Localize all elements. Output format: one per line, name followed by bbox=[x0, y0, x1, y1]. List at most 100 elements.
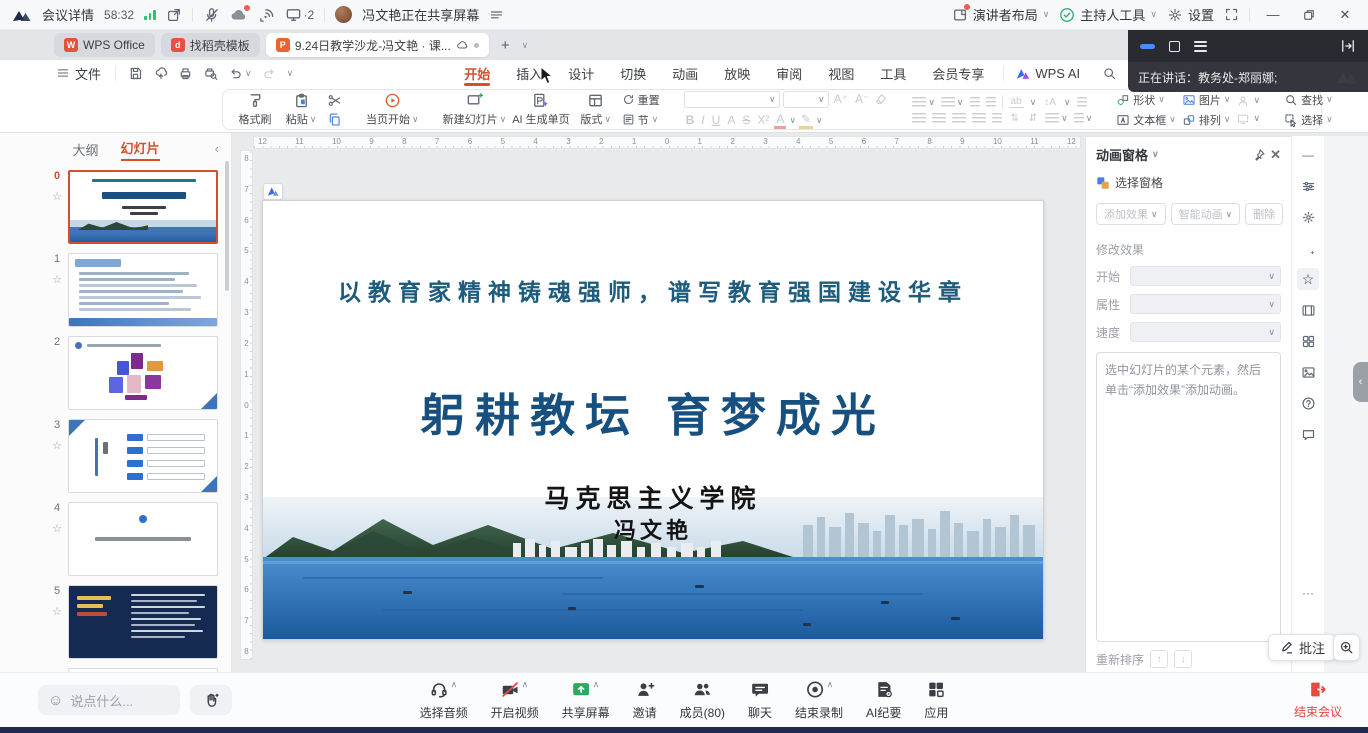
slide-thumbnail-1[interactable] bbox=[68, 253, 218, 327]
slide-canvas[interactable]: 以教育家精神铸魂强师，谱写教育强国建设华章 躬耕教坛 育梦成光 马克思主义学院 … bbox=[253, 149, 1081, 672]
play-from-current-button[interactable]: 当页开始∨ bbox=[366, 92, 419, 127]
share-screen-button[interactable]: ∨ 共享屏幕 bbox=[562, 680, 610, 721]
format-painter-button[interactable]: 格式刷 bbox=[235, 92, 275, 127]
menu-review[interactable]: 审阅 bbox=[763, 60, 815, 86]
undo-button[interactable]: ∨ bbox=[228, 66, 252, 81]
audio-options-caret-icon[interactable]: ∨ bbox=[451, 680, 458, 689]
magnify-button[interactable] bbox=[1333, 634, 1360, 661]
export-icon[interactable] bbox=[153, 66, 168, 81]
members-button[interactable]: 成员(80) bbox=[680, 680, 725, 721]
share-options-caret-icon[interactable]: ∨ bbox=[593, 680, 600, 689]
menu-view[interactable]: 视图 bbox=[815, 60, 867, 86]
slide-layout-button[interactable]: 版式∨ bbox=[576, 92, 616, 127]
new-slide-button[interactable]: 新建幻灯片∨ bbox=[443, 92, 507, 127]
find-button[interactable]: 查找∨ bbox=[1284, 92, 1333, 108]
rail-more-icon[interactable]: ··· bbox=[1297, 582, 1319, 604]
audio-button[interactable]: ∨ 选择音频 bbox=[420, 680, 468, 721]
horizontal-ruler[interactable]: 1211109876543210123456789101112 bbox=[253, 136, 1081, 149]
broadcast-icon[interactable] bbox=[258, 6, 275, 23]
tab-docer-templates[interactable]: d 找稻壳模板 bbox=[161, 33, 260, 57]
tab-slides[interactable]: 幻灯片 bbox=[121, 138, 160, 161]
chat-button[interactable]: 聊天 bbox=[748, 680, 772, 721]
raise-hand-button[interactable] bbox=[190, 685, 232, 715]
ai-notes-button[interactable]: AI纪要 bbox=[866, 680, 901, 721]
pin-icon[interactable] bbox=[1252, 148, 1266, 162]
sidebar-collapse-handle[interactable]: ‹ bbox=[1353, 362, 1368, 402]
rail-resource-icon[interactable] bbox=[1297, 361, 1319, 383]
panel-collapse-icon[interactable]: ‹ bbox=[215, 141, 219, 156]
minimize-button[interactable]: — bbox=[1260, 4, 1286, 26]
overlay-window-icon[interactable] bbox=[1169, 41, 1180, 52]
host-tools-button[interactable]: 主持人工具∨ bbox=[1059, 5, 1157, 24]
menu-home[interactable]: 开始 bbox=[451, 60, 503, 86]
section-button[interactable]: 节∨ bbox=[622, 112, 660, 128]
end-meeting-button[interactable]: 结束会议 bbox=[1294, 680, 1342, 720]
select-button[interactable]: 选择∨ bbox=[1284, 112, 1333, 128]
shape-button[interactable]: 形状∨ bbox=[1116, 92, 1176, 108]
close-button[interactable]: ✕ bbox=[1332, 4, 1358, 26]
arrange-button[interactable]: 排列∨ bbox=[1182, 112, 1231, 128]
pane-switch-chevron-icon[interactable]: ∨ bbox=[1152, 150, 1159, 159]
pane-close-icon[interactable]: ✕ bbox=[1270, 147, 1281, 163]
apps-button[interactable]: 应用 bbox=[924, 680, 948, 721]
layout-switch-button[interactable]: 演讲者布局∨ bbox=[952, 5, 1050, 24]
save-icon[interactable] bbox=[128, 66, 143, 81]
video-button[interactable]: ∨ 开启视频 bbox=[491, 680, 539, 721]
print-preview-icon[interactable] bbox=[203, 66, 218, 81]
mic-muted-icon[interactable] bbox=[203, 6, 220, 23]
slide-thumbnail-5[interactable] bbox=[68, 585, 218, 659]
cloud-record-icon[interactable] bbox=[230, 7, 248, 23]
search-icon[interactable] bbox=[1102, 66, 1117, 81]
menu-animation[interactable]: 动画 bbox=[659, 60, 711, 86]
overlay-minimize-icon[interactable] bbox=[1140, 44, 1155, 49]
file-menu-button[interactable]: 文件 bbox=[56, 64, 101, 83]
screens-indicator[interactable]: ·2 bbox=[285, 6, 315, 23]
slide-thumbnail-0[interactable] bbox=[68, 170, 218, 244]
copy-icon[interactable] bbox=[327, 112, 342, 127]
cut-icon[interactable] bbox=[327, 93, 342, 108]
slide-editor[interactable]: 以教育家精神铸魂强师，谱写教育强国建设华章 躬耕教坛 育梦成光 马克思主义学院 … bbox=[262, 200, 1044, 640]
menu-tools[interactable]: 工具 bbox=[867, 60, 919, 86]
menu-transition[interactable]: 切换 bbox=[607, 60, 659, 86]
rail-comment-icon[interactable] bbox=[1297, 423, 1319, 445]
slide-thumbnail-2[interactable] bbox=[68, 336, 218, 410]
rail-transition-icon[interactable] bbox=[1297, 299, 1319, 321]
invite-button[interactable]: 邀请 bbox=[633, 680, 657, 721]
record-options-caret-icon[interactable]: ∨ bbox=[826, 680, 833, 689]
rail-animation-icon[interactable]: ☆ bbox=[1297, 268, 1319, 290]
tab-list-chevron-icon[interactable]: ∨ bbox=[522, 41, 529, 50]
quickbar-more-chevron-icon[interactable]: ∨ bbox=[287, 69, 294, 78]
meeting-details-button[interactable]: 会议详情 bbox=[42, 5, 94, 24]
overlay-expand-icon[interactable] bbox=[1340, 39, 1356, 53]
rail-help-icon[interactable] bbox=[1297, 392, 1319, 414]
vertical-ruler[interactable]: 87654321012345678 bbox=[240, 150, 253, 660]
new-tab-button[interactable]: + bbox=[495, 37, 516, 54]
menu-slideshow[interactable]: 放映 bbox=[711, 60, 763, 86]
ai-generate-page-button[interactable]: AI 生成单页 bbox=[512, 92, 569, 127]
rail-effects-icon[interactable] bbox=[1297, 206, 1319, 228]
stop-recording-button[interactable]: ∨ 结束录制 bbox=[795, 680, 843, 721]
rail-properties-icon[interactable] bbox=[1297, 175, 1319, 197]
tab-document[interactable]: P 9.24日教学沙龙-冯文艳 · 课... bbox=[266, 33, 489, 57]
reset-button[interactable]: 重置 bbox=[622, 92, 660, 108]
selection-pane-button[interactable]: 选择窗格 bbox=[1096, 174, 1281, 191]
panel-scrollbar[interactable] bbox=[225, 161, 229, 291]
textbox-button[interactable]: 文本框∨ bbox=[1116, 112, 1176, 128]
wps-ai-button[interactable]: WPS AI bbox=[1003, 66, 1092, 81]
annotate-button[interactable]: 批注 bbox=[1268, 634, 1336, 661]
slide-thumbnail-4[interactable] bbox=[68, 502, 218, 576]
slide-thumbnail-3[interactable] bbox=[68, 419, 218, 493]
image-button[interactable]: 图片∨ bbox=[1182, 92, 1231, 108]
quick-chat-input[interactable]: ☺ 说点什么... bbox=[38, 685, 180, 715]
maximize-button[interactable] bbox=[1296, 4, 1322, 26]
video-options-caret-icon[interactable]: ∨ bbox=[522, 680, 529, 689]
tab-close-icon[interactable] bbox=[474, 43, 479, 48]
fullscreen-icon[interactable] bbox=[1224, 7, 1239, 22]
paste-button[interactable]: 粘贴∨ bbox=[281, 92, 321, 127]
tab-outline[interactable]: 大纲 bbox=[72, 140, 98, 159]
pop-out-icon[interactable] bbox=[166, 7, 182, 23]
menu-member[interactable]: 会员专享 bbox=[919, 60, 997, 86]
menu-design[interactable]: 设计 bbox=[555, 60, 607, 86]
overlay-list-icon[interactable] bbox=[1194, 41, 1207, 52]
rail-collapse-icon[interactable]: — bbox=[1297, 144, 1319, 166]
